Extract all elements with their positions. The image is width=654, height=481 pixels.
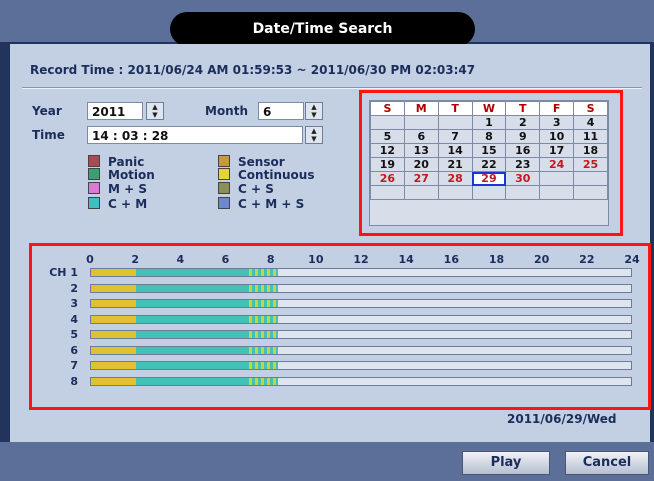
legend-label: Motion — [108, 168, 155, 182]
legend-item: C + M — [88, 197, 147, 211]
legend-item: Motion — [88, 168, 155, 182]
bottom-bar — [0, 442, 654, 481]
legend-swatch — [218, 155, 230, 167]
year-spinner[interactable]: ▲ ▼ — [146, 102, 164, 120]
time-field[interactable]: 14 : 03 : 28 — [87, 126, 303, 144]
legend-swatch — [88, 182, 100, 194]
legend-label: Continuous — [238, 168, 315, 182]
record-time-text: Record Time : 2011/06/24 AM 01:59:53 ~ 2… — [30, 63, 476, 77]
legend-item: Sensor — [218, 155, 285, 169]
month-label: Month — [205, 104, 249, 118]
time-spinner[interactable]: ▲ ▼ — [305, 126, 323, 144]
legend-label: M + S — [108, 182, 147, 196]
legend-label: C + S — [238, 182, 274, 196]
legend-label: C + M — [108, 197, 148, 211]
legend-item: C + M + S — [218, 197, 304, 211]
legend-swatch — [218, 197, 230, 209]
month-field[interactable]: 6 — [258, 102, 304, 120]
year-field[interactable]: 2011 — [87, 102, 143, 120]
legend-swatch — [88, 168, 100, 180]
legend-label: C + M + S — [238, 197, 305, 211]
year-label: Year — [32, 104, 62, 118]
dialog-title: Date/Time Search — [170, 12, 475, 46]
dialog-frame: Date/Time Search Record Time : 2011/06/2… — [0, 0, 654, 481]
selected-date-text: 2011/06/29/Wed — [507, 412, 617, 426]
legend-item: Panic — [88, 155, 144, 169]
legend-item: M + S — [88, 182, 147, 196]
cancel-button[interactable]: Cancel — [565, 451, 649, 475]
timeline-highlight-box — [29, 243, 651, 410]
legend-item: Continuous — [218, 168, 314, 182]
play-button[interactable]: Play — [462, 451, 550, 475]
legend-item: C + S — [218, 182, 274, 196]
legend-swatch — [88, 197, 100, 209]
calendar-highlight-box — [359, 90, 623, 236]
month-spinner[interactable]: ▲ ▼ — [305, 102, 323, 120]
time-label: Time — [32, 128, 65, 142]
legend-swatch — [218, 168, 230, 180]
legend-label: Sensor — [238, 155, 285, 169]
legend-swatch — [88, 155, 100, 167]
legend-label: Panic — [108, 155, 145, 169]
legend-swatch — [218, 182, 230, 194]
separator — [22, 87, 642, 89]
